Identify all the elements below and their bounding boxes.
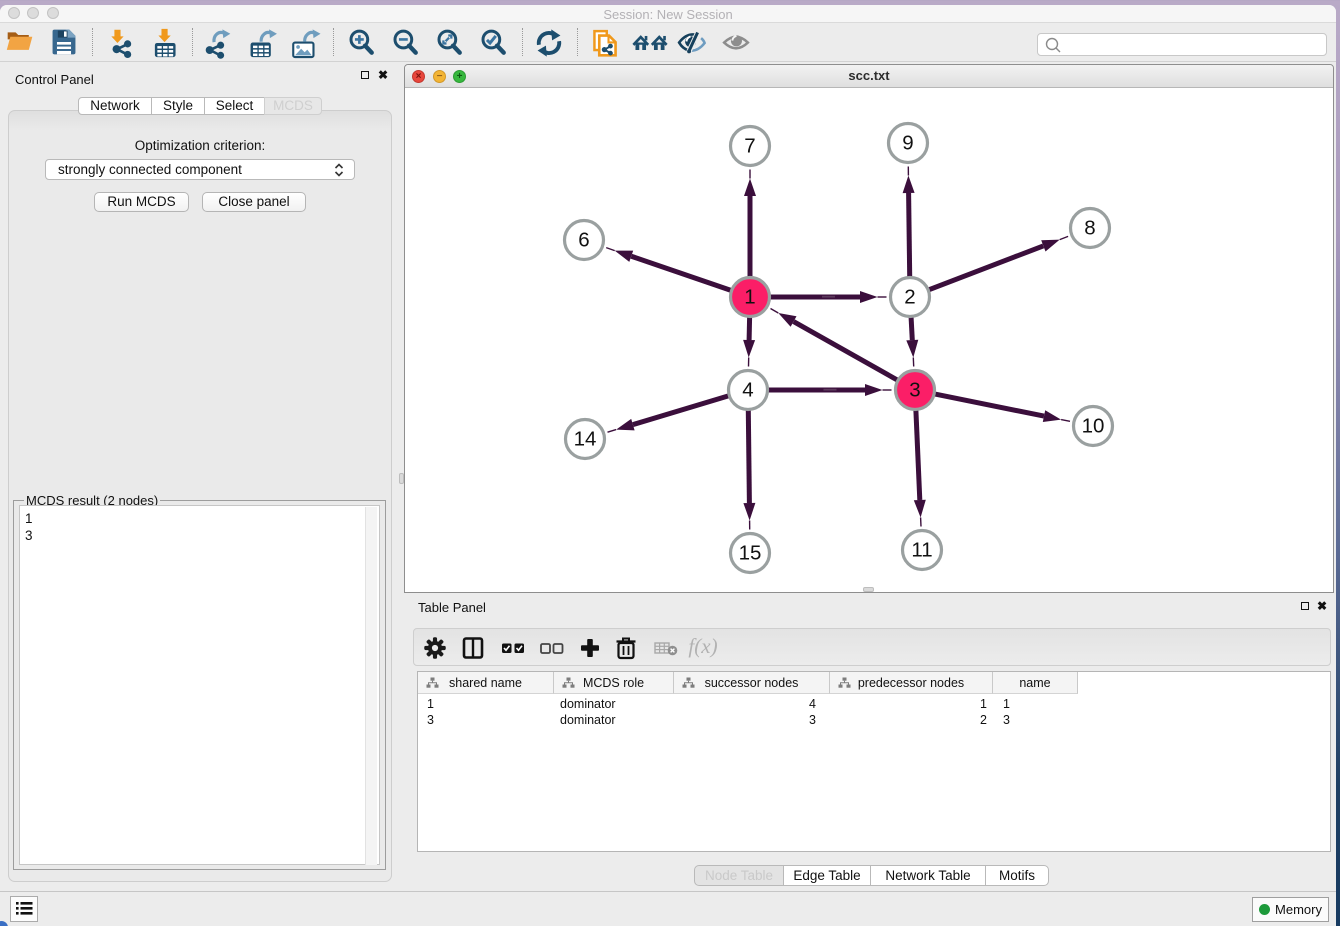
svg-text:3: 3 [909,379,920,402]
svg-text:10: 10 [1082,415,1105,438]
svg-text:6: 6 [578,229,589,252]
svg-text:4: 4 [742,379,753,402]
svg-text:9: 9 [902,132,913,155]
svg-text:2: 2 [904,286,915,309]
svg-text:7: 7 [744,135,755,158]
svg-text:14: 14 [574,428,597,451]
svg-text:15: 15 [739,542,762,565]
svg-text:8: 8 [1084,217,1095,240]
svg-text:11: 11 [911,539,932,562]
svg-text:1: 1 [744,286,755,309]
